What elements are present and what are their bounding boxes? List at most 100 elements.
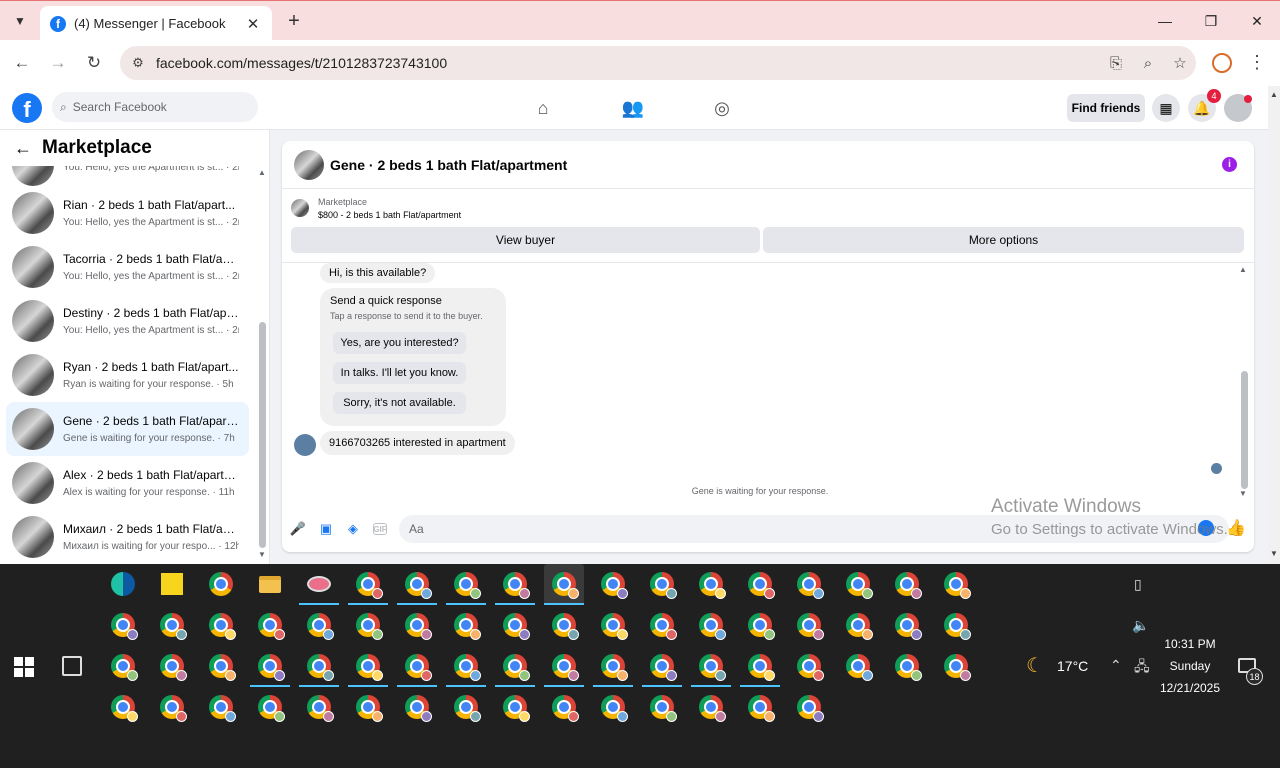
chrome-profile-icon[interactable] [348,564,388,605]
chrome-profile-icon[interactable] [838,646,878,686]
chat-title[interactable]: Gene · 2 beds 1 bath Flat/apartment [330,157,567,173]
chrome-profile-icon[interactable] [201,687,241,727]
chrome-profile-icon[interactable] [397,564,437,605]
phone-link-icon[interactable]: ▯ [1134,576,1142,593]
browser-menu-icon[interactable]: ⋮ [1248,52,1266,73]
chrome-profile-icon[interactable] [789,564,829,604]
chrome-profile-icon[interactable] [740,564,780,604]
address-bar[interactable]: ⚙ facebook.com/messages/t/21012837237431… [120,46,1196,80]
conversation-item[interactable]: Михаил · 2 beds 1 bath Flat/ap... Михаил… [6,510,249,564]
chrome-profile-icon[interactable] [446,687,486,727]
chrome-profile-icon[interactable] [544,605,584,645]
chrome-profile-icon[interactable] [495,687,535,727]
back-arrow-icon[interactable]: ← [14,138,32,159]
site-info-icon[interactable]: ⚙ [120,55,156,71]
friends-icon[interactable]: 👥 [621,96,645,120]
chrome-profile-icon[interactable] [593,646,633,687]
forward-button[interactable]: → [45,50,71,76]
volume-icon[interactable]: 🔈 [1132,617,1149,634]
restore-button[interactable]: ❐ [1188,1,1234,41]
chrome-profile-icon[interactable] [887,646,927,686]
info-icon[interactable]: i [1222,157,1237,172]
scroll-down-arrow-icon[interactable]: ▼ [1239,489,1247,498]
chrome-profile-icon[interactable] [103,687,143,727]
facebook-logo-icon[interactable]: f [12,93,42,123]
chrome-profile-icon[interactable] [740,605,780,645]
network-icon[interactable]: 🖧 [1134,656,1150,680]
close-window-button[interactable]: ✕ [1234,1,1280,41]
chrome-profile-icon[interactable] [642,605,682,645]
chrome-profile-icon[interactable] [152,605,192,645]
chrome-icon[interactable] [201,564,241,604]
chrome-profile-icon[interactable] [593,687,633,727]
chrome-profile-icon[interactable] [936,646,976,686]
conversation-item[interactable]: Alex · 2 beds 1 bath Flat/apartm... Alex… [6,456,249,510]
chrome-profile-icon[interactable] [691,564,731,604]
conversation-item[interactable]: Tacorria · 2 beds 1 bath Flat/apa... You… [6,240,249,294]
chrome-profile-icon[interactable] [544,646,584,687]
chrome-profile-icon[interactable] [495,564,535,605]
quick-response-button[interactable]: Sorry, it's not available. [333,392,466,414]
chrome-profile-icon[interactable] [103,646,143,686]
conversation-item[interactable]: Rian · 2 beds 1 bath Flat/apart... You: … [6,186,249,240]
chrome-profile-icon[interactable] [201,605,241,645]
clock-date[interactable]: 12/21/2025 [1150,681,1230,695]
chrome-profile-icon[interactable] [397,646,437,687]
file-explorer-icon[interactable] [250,564,290,604]
menu-grid-icon[interactable]: ▦ [1152,94,1180,122]
new-tab-button[interactable]: + [282,9,306,33]
chrome-profile-icon[interactable] [299,687,339,727]
chrome-profile-icon[interactable] [691,646,731,687]
chrome-profile-icon[interactable] [593,564,633,604]
zoom-icon[interactable]: ⌕ [1132,55,1164,72]
task-view-icon[interactable] [62,656,82,676]
chrome-profile-icon[interactable] [348,646,388,687]
chrome-profile-icon[interactable] [691,687,731,727]
scroll-down-arrow-icon[interactable]: ▼ [258,550,266,559]
thread-scrollbar[interactable]: ▲ ▼ [1238,263,1250,499]
chrome-profile-icon[interactable] [250,605,290,645]
back-button[interactable]: ← [9,50,35,76]
chrome-profile-icon[interactable] [446,564,486,605]
chrome-profile-icon[interactable] [740,687,780,727]
view-buyer-button[interactable]: View buyer [291,227,760,253]
windows-start-icon[interactable] [14,657,34,677]
scroll-up-arrow-icon[interactable]: ▲ [1270,90,1278,99]
chrome-profile-icon[interactable] [397,687,437,727]
edge-icon[interactable] [103,564,143,604]
scroll-down-arrow-icon[interactable]: ▼ [1270,549,1278,558]
conversation-list-scrollbar[interactable]: ▲ ▼ [256,166,268,564]
browser-profile-icon[interactable] [1212,53,1232,73]
scroll-up-arrow-icon[interactable]: ▲ [258,168,266,177]
listing-summary[interactable]: Marketplace $800 - 2 beds 1 bath Flat/ap… [282,190,1254,226]
chrome-profile-icon[interactable] [348,687,388,727]
microphone-icon[interactable]: 🎤 [290,521,306,537]
chrome-profile-icon[interactable] [544,564,584,605]
chrome-profile-icon[interactable] [201,646,241,686]
chrome-profile-icon[interactable] [299,605,339,645]
chrome-profile-icon[interactable] [152,687,192,727]
chrome-profile-icon[interactable] [103,605,143,645]
weather-moon-icon[interactable]: ☾ [1026,653,1044,678]
home-icon[interactable]: ⌂ [531,96,555,120]
install-app-icon[interactable]: ⎘ [1100,55,1132,72]
scroll-up-arrow-icon[interactable]: ▲ [1239,265,1247,274]
like-thumbs-up-icon[interactable]: 👍 [1226,518,1246,538]
chrome-profile-icon[interactable] [642,564,682,604]
chrome-profile-icon[interactable] [838,605,878,645]
tab-search-button[interactable]: ▼ [8,9,32,33]
chrome-profile-icon[interactable] [887,564,927,604]
bookmark-star-icon[interactable]: ☆ [1164,54,1196,72]
chrome-profile-icon[interactable] [250,687,290,727]
browser-tab-messenger[interactable]: f (4) Messenger | Facebook ✕ [40,6,272,41]
clock-time[interactable]: 10:31 PM [1150,637,1230,651]
listing-thumbnail[interactable] [294,149,324,180]
chrome-profile-icon[interactable] [789,687,829,727]
chrome-profile-icon[interactable] [299,646,339,687]
chrome-profile-icon[interactable] [250,646,290,687]
chrome-profile-icon[interactable] [544,687,584,727]
chrome-profile-icon[interactable] [348,605,388,645]
groups-icon[interactable]: ◎ [710,96,734,120]
url-text[interactable]: facebook.com/messages/t/2101283723743100 [156,55,1100,71]
photo-icon[interactable]: ▣ [318,521,334,537]
